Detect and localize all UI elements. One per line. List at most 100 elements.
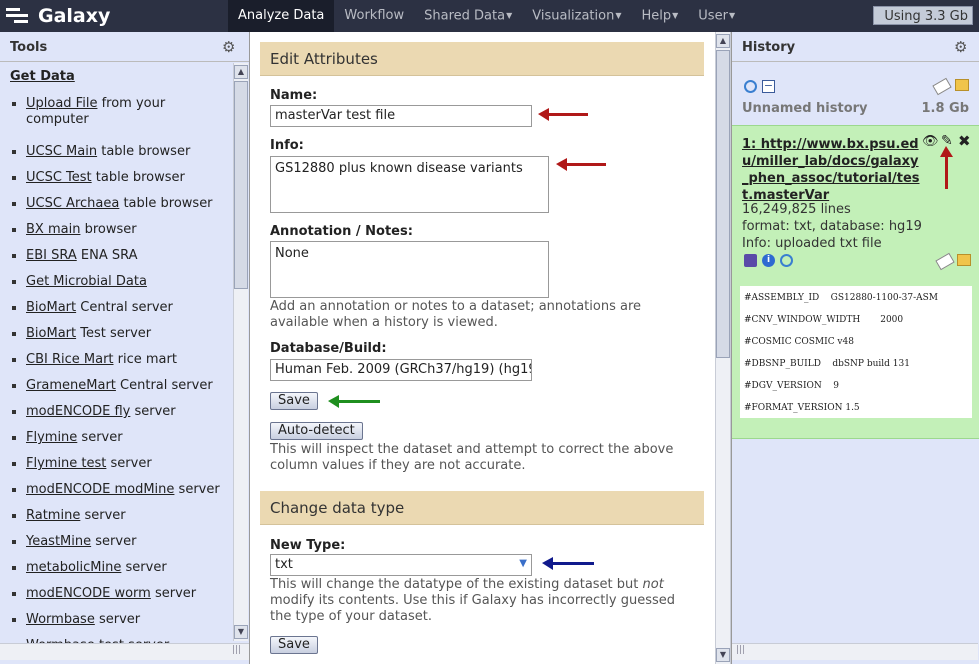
info-field[interactable]: GS12880 plus known disease variants [270,156,549,213]
annotate-icon[interactable] [957,254,971,266]
tool-description: server [94,612,141,627]
gear-icon[interactable]: ⚙ [954,38,967,56]
info-label: Info: [270,138,304,153]
save-type-button[interactable]: Save [270,636,318,654]
tool-link[interactable]: UCSC Main [26,144,97,159]
tool-link[interactable]: modENCODE modMine [26,482,174,497]
change-type-help: This will change the datatype of the exi… [270,577,690,625]
scroll-thumb[interactable] [234,81,248,289]
tab-label: Visualization [532,8,615,24]
tool-description: server [150,586,197,601]
tool-link[interactable]: Flymine test [26,456,106,471]
new-type-label: New Type: [270,538,346,553]
tool-link[interactable]: CBI Rice Mart [26,352,114,367]
tab-shared-data[interactable]: Shared Data▼ [414,0,522,32]
tag-icon[interactable] [932,77,952,96]
tool-list: Get Data Upload File from your computer U… [0,63,234,666]
dataset-title[interactable]: 1: http://www.bx.psu.edu/miller_lab/docs… [742,136,920,204]
tool-link[interactable]: BX main [26,222,80,237]
tool-section-get-data[interactable]: Get Data [10,69,75,84]
delete-icon[interactable]: ✖ [958,132,971,150]
bullet-icon [12,306,16,310]
tool-link[interactable]: GrameneMart [26,378,116,393]
tab-analyze-data[interactable]: Analyze Data [228,0,335,32]
tool-link[interactable]: Upload File [26,96,97,111]
scroll-down-icon[interactable]: ▼ [716,648,730,662]
tool-link[interactable]: Wormbase [26,612,95,627]
center-panel: Edit Attributes Name: masterVar test fil… [250,32,715,664]
tool-item-text: modENCODE worm server [26,586,222,602]
new-type-select[interactable]: txt ▼ [270,554,532,576]
tool-description: server [106,456,152,471]
tool-link[interactable]: BioMart [26,300,76,315]
tool-link[interactable]: Ratmine [26,508,80,523]
annotation-label: Annotation / Notes: [270,224,413,239]
tab-label: Shared Data [424,8,506,24]
tool-panel-scrollbar[interactable]: ▲ ▼ [233,63,248,641]
tool-link[interactable]: Get Microbial Data [26,274,147,289]
bullet-icon [12,540,16,544]
tag-icon[interactable] [935,252,955,271]
scroll-down-icon[interactable]: ▼ [234,625,248,639]
tab-help[interactable]: Help▼ [632,0,689,32]
tool-panel-hscroll[interactable]: ||| [0,643,249,660]
tool-panel-header: Tools ⚙ [0,32,249,62]
save-icon[interactable] [744,254,757,267]
info-icon[interactable]: i [762,254,775,267]
annotation-help: Add an annotation or notes to a dataset;… [270,299,641,330]
tool-link[interactable]: YeastMine [26,534,91,549]
gear-icon[interactable]: ⚙ [222,38,235,56]
tool-link[interactable]: metabolicMine [26,560,121,575]
dataset-format: format: txt, database: hg19 [742,219,922,234]
tool-link[interactable]: EBI SRA [26,248,77,263]
help-emphasis: not [642,577,664,592]
annotation-field[interactable]: None [270,241,549,298]
bullet-icon [12,332,16,336]
name-field[interactable]: masterVar test file [270,105,532,127]
history-dataset: 1: http://www.bx.psu.edu/miller_lab/docs… [732,125,979,439]
dropdown-arrow-icon[interactable]: ▼ [519,558,527,569]
history-panel-header: History ⚙ [732,32,979,62]
tool-link[interactable]: UCSC Test [26,170,92,185]
refresh-icon[interactable] [744,80,757,93]
save-attributes-button[interactable]: Save [270,392,318,410]
tab-visualization[interactable]: Visualization▼ [522,0,631,32]
history-title: History [742,40,796,55]
tool-link[interactable]: UCSC Archaea [26,196,119,211]
scroll-thumb[interactable] [716,50,730,358]
center-scrollbar[interactable]: ▲ ▼ [715,32,731,664]
scroll-up-icon[interactable]: ▲ [234,65,248,79]
tool-link[interactable]: modENCODE worm [26,586,151,601]
galaxy-logo[interactable]: Galaxy [6,4,110,28]
tool-description: server [130,404,176,419]
history-hscroll[interactable]: ||| [732,643,978,660]
peek-row: #DGV_VERSION 9 [744,381,839,391]
bullet-icon [12,254,16,258]
usage-meter: Using 3.3 Gb [873,6,973,25]
bullet-icon [12,176,16,180]
tool-panel-title: Tools [10,40,48,55]
tool-item-text: UCSC Archaea table browser [26,196,222,212]
tool-item-text: CBI Rice Mart rice mart [26,352,222,368]
tab-user[interactable]: User▼ [688,0,745,32]
scroll-up-icon[interactable]: ▲ [716,34,730,48]
edit-attributes-header: Edit Attributes [260,42,704,76]
new-type-value: txt [275,557,293,572]
eye-icon[interactable]: 👁 [922,134,939,149]
history-name[interactable]: Unnamed history [742,101,868,116]
bullet-icon [12,280,16,284]
database-select[interactable]: Human Feb. 2009 (GRCh37/hg19) (hg19) [270,359,532,381]
rerun-icon[interactable] [780,254,793,267]
history-size: 1.8 Gb [921,101,969,116]
caret-down-icon: ▼ [615,11,622,20]
tool-description: server [174,482,220,497]
tool-item-text: BioMart Central server [26,300,222,316]
annotate-icon[interactable] [955,79,969,91]
collapse-icon[interactable]: − [762,80,775,93]
tool-link[interactable]: modENCODE fly [26,404,130,419]
tool-link[interactable]: BioMart [26,326,76,341]
auto-detect-button[interactable]: Auto-detect [270,422,363,440]
tool-link[interactable]: Flymine [26,430,77,445]
name-label: Name: [270,88,318,103]
tab-workflow[interactable]: Workflow [334,0,414,32]
